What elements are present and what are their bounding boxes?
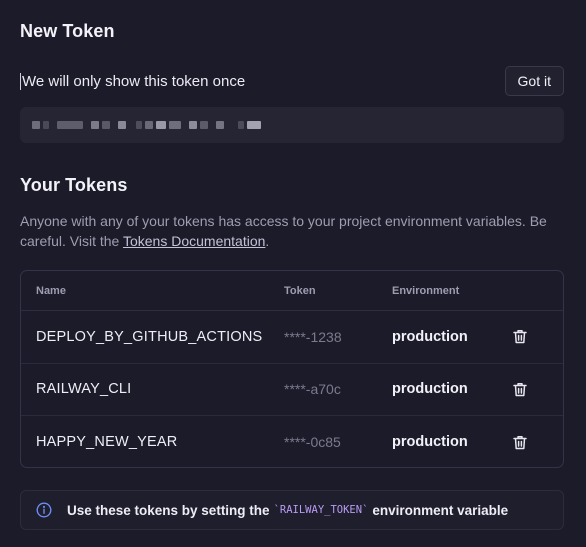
- token-settings-page: New Token We will only show this token o…: [0, 0, 586, 547]
- description-end: .: [265, 233, 270, 249]
- note-text-before: Use these tokens by setting the: [67, 502, 270, 518]
- redacted-block: [156, 121, 166, 129]
- column-header-environment: Environment: [392, 284, 460, 297]
- token-environment: production: [392, 381, 468, 398]
- trash-icon[interactable]: [513, 329, 527, 344]
- token-environment: production: [392, 434, 468, 451]
- row-actions: [506, 329, 563, 344]
- railway-token-note: Use these tokens by setting the `RAILWAY…: [20, 490, 564, 530]
- redacted-block: [169, 121, 181, 129]
- token-masked-value: ****-1238: [284, 328, 342, 345]
- redacted-block: [216, 121, 224, 129]
- redacted-block: [145, 121, 153, 129]
- info-icon: [36, 502, 52, 518]
- redacted-block: [91, 121, 99, 129]
- redacted-block: [32, 121, 40, 129]
- redacted-block: [200, 121, 208, 129]
- redacted-block: [238, 121, 244, 129]
- table-row: DEPLOY_BY_GITHUB_ACTIONS ****-1238 produ…: [21, 311, 563, 364]
- token-environment: production: [392, 328, 468, 345]
- tokens-table: Name Token Environment DEPLOY_BY_GITHUB_…: [20, 270, 564, 468]
- your-tokens-heading: Your Tokens: [20, 175, 128, 195]
- row-actions: [506, 435, 563, 450]
- table-header: Name Token Environment: [21, 271, 563, 311]
- column-header-token: Token: [284, 284, 316, 297]
- table-row: HAPPY_NEW_YEAR ****-0c85 production: [21, 416, 563, 467]
- token-name: RAILWAY_CLI: [36, 381, 132, 398]
- tokens-documentation-link[interactable]: Tokens Documentation: [123, 233, 265, 249]
- redacted-block: [43, 121, 49, 129]
- railway-token-code: `RAILWAY_TOKEN`: [273, 504, 369, 516]
- redacted-block: [102, 121, 110, 129]
- token-masked-value: ****-0c85: [284, 434, 341, 451]
- redacted-block: [57, 121, 83, 129]
- token-name: HAPPY_NEW_YEAR: [36, 434, 178, 451]
- redacted-block: [118, 121, 126, 129]
- redacted-block: [136, 121, 142, 129]
- trash-icon[interactable]: [513, 435, 527, 450]
- new-token-heading: New Token: [20, 21, 115, 41]
- row-actions: [506, 382, 563, 397]
- token-name: DEPLOY_BY_GITHUB_ACTIONS: [36, 328, 263, 345]
- redacted-block: [189, 121, 197, 129]
- tokens-description: Anyone with any of your tokens has acces…: [20, 211, 564, 251]
- trash-icon[interactable]: [513, 382, 527, 397]
- new-token-banner: We will only show this token once Got it: [20, 66, 564, 96]
- new-token-value-redacted[interactable]: [20, 107, 564, 143]
- token-masked-value: ****-a70c: [284, 381, 341, 398]
- note-text-after: environment variable: [372, 502, 509, 518]
- got-it-button[interactable]: Got it: [504, 66, 564, 96]
- table-row: RAILWAY_CLI ****-a70c production: [21, 364, 563, 416]
- show-once-message: We will only show this token once: [20, 72, 246, 90]
- column-header-name: Name: [36, 284, 66, 297]
- description-text: Anyone with any of your tokens has acces…: [20, 213, 547, 249]
- redacted-block: [247, 121, 261, 129]
